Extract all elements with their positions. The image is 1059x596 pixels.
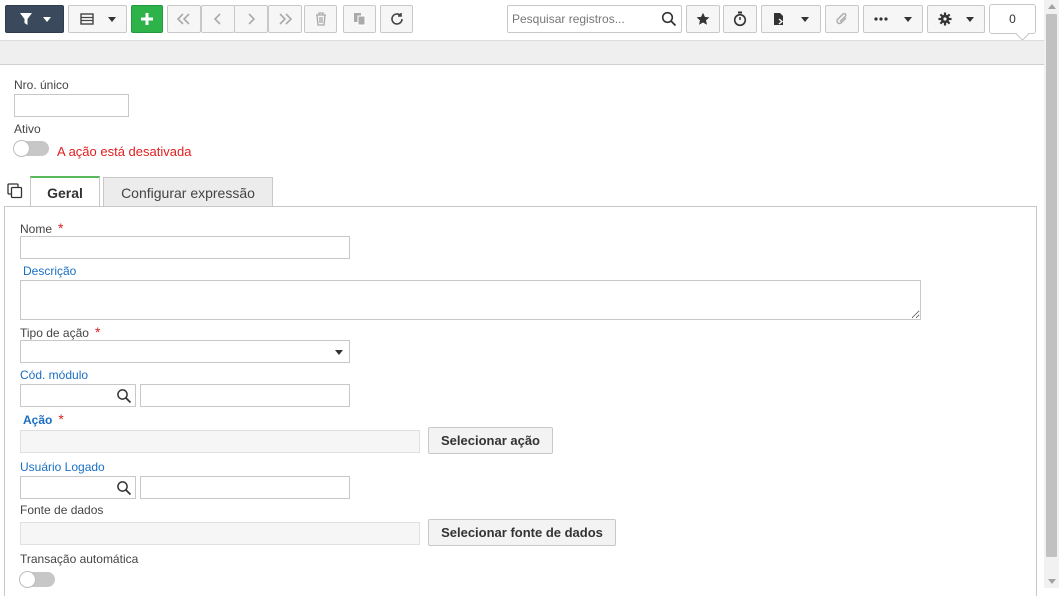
grid-icon (79, 13, 94, 25)
usuario-logado-label: Usuário Logado (20, 460, 105, 474)
previous-icon (213, 13, 223, 25)
descricao-textarea[interactable] (20, 280, 921, 320)
ativo-warning: A ação está desativada (57, 144, 192, 159)
toolbar: 0 (0, 0, 1044, 40)
search-input[interactable] (508, 6, 656, 32)
tipo-acao-select[interactable] (20, 340, 350, 363)
acao-label: Ação * (23, 411, 64, 427)
next-icon (246, 13, 256, 25)
duplicate-icon (353, 12, 367, 26)
usuario-logado-field[interactable] (20, 476, 136, 499)
previous-record-button[interactable] (201, 5, 235, 33)
cod-modulo-field[interactable] (20, 384, 136, 407)
nome-label: Nome * (20, 220, 64, 236)
attach-button[interactable] (825, 5, 859, 33)
delete-button[interactable] (304, 5, 337, 33)
required-mark: * (94, 324, 101, 340)
transacao-automatica-toggle[interactable] (19, 571, 55, 588)
ativo-label: Ativo (14, 122, 41, 136)
chevron-down-icon (335, 350, 343, 355)
tab-configurar-expressao[interactable]: Configurar expressão (103, 177, 273, 207)
last-icon (277, 13, 293, 25)
chevron-down-icon (904, 16, 912, 22)
fonte-dados-field (20, 522, 420, 545)
settings-button[interactable] (927, 5, 985, 33)
refresh-icon (390, 12, 404, 26)
attach-icon (835, 12, 849, 26)
more-icon (874, 17, 888, 21)
chevron-down-icon (107, 16, 116, 22)
filter-icon (19, 12, 33, 26)
favorite-button[interactable] (686, 5, 720, 33)
nro-unico-label: Nro. único (14, 78, 69, 92)
usuario-logado-description-field[interactable] (140, 476, 350, 499)
chevron-down-icon (42, 16, 51, 22)
filter-button[interactable] (5, 5, 64, 33)
add-icon (140, 12, 154, 26)
transacao-automatica-label: Transação automática (20, 552, 139, 566)
cod-modulo-label: Cód. módulo (20, 368, 89, 382)
tab-geral[interactable]: Geral (30, 176, 100, 207)
header-bar (0, 40, 1044, 65)
required-mark: * (58, 220, 64, 236)
nome-field[interactable] (20, 236, 350, 259)
cod-modulo-description-field[interactable] (140, 384, 350, 407)
timer-icon (733, 11, 747, 27)
export-icon (773, 12, 785, 26)
required-mark: * (58, 411, 64, 427)
ativo-toggle[interactable] (13, 140, 49, 157)
selecionar-acao-button[interactable]: Selecionar ação (428, 427, 553, 454)
more-options-button[interactable] (863, 5, 923, 33)
delete-icon (315, 12, 327, 26)
next-record-button[interactable] (234, 5, 268, 33)
descricao-label: Descrição (23, 264, 77, 278)
scrollbar[interactable] (1044, 0, 1059, 588)
chevron-down-icon (801, 16, 809, 22)
timer-button[interactable] (723, 5, 757, 33)
first-record-button[interactable] (167, 5, 201, 33)
add-button[interactable] (131, 5, 163, 33)
first-icon (176, 13, 192, 25)
duplicate-button[interactable] (343, 5, 376, 33)
gear-icon (938, 12, 952, 26)
selecionar-fonte-dados-button[interactable]: Selecionar fonte de dados (428, 519, 616, 546)
search-box (507, 5, 682, 33)
scroll-down-icon[interactable] (1048, 579, 1056, 584)
grid-view-button[interactable] (68, 5, 127, 33)
refresh-button[interactable] (380, 5, 413, 33)
acao-field (20, 430, 420, 453)
export-button[interactable] (761, 5, 821, 33)
nro-unico-field[interactable] (14, 94, 129, 117)
tipo-acao-label: Tipo de ação * (20, 324, 101, 340)
record-counter[interactable]: 0 (989, 4, 1036, 34)
star-icon (696, 12, 710, 26)
scrollbar-thumb[interactable] (1046, 14, 1057, 557)
fonte-dados-label: Fonte de dados (20, 503, 104, 517)
tabs-icon[interactable] (7, 183, 23, 202)
scroll-up-icon[interactable] (1048, 4, 1056, 9)
search-icon[interactable] (661, 11, 677, 30)
last-record-button[interactable] (268, 5, 302, 33)
chevron-down-icon (966, 16, 974, 22)
